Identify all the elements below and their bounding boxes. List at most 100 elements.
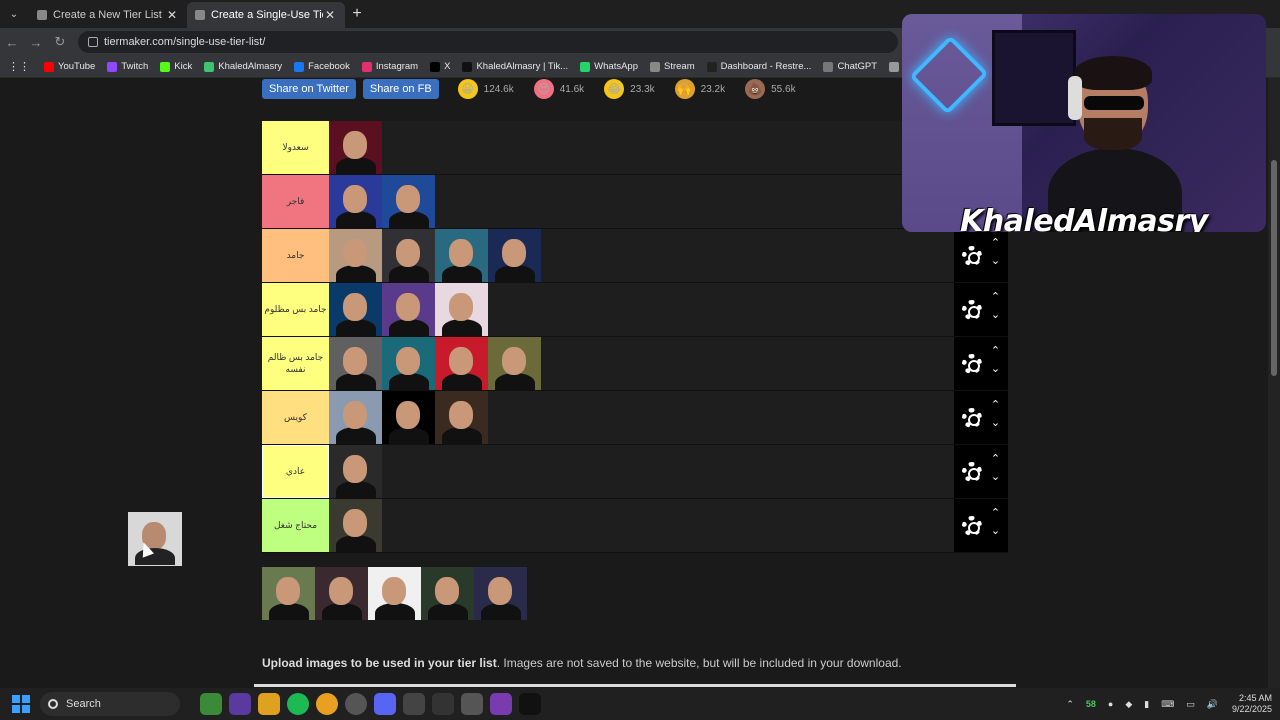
tier-items[interactable] xyxy=(329,337,954,390)
back-arrow-icon[interactable]: ← xyxy=(0,35,24,50)
move-down-chevron-icon[interactable]: ⌄ xyxy=(991,255,1000,274)
move-down-chevron-icon[interactable]: ⌄ xyxy=(991,525,1000,544)
tray-app-icon[interactable]: ◆ xyxy=(1125,699,1132,710)
tier-settings-gear-icon[interactable] xyxy=(961,461,982,482)
tier-label[interactable]: جامد بس ظالم نفسه xyxy=(262,337,329,390)
forward-arrow-icon[interactable]: → xyxy=(24,35,48,50)
reload-icon[interactable]: ↻ xyxy=(48,34,72,50)
move-up-chevron-icon[interactable]: ⌃ xyxy=(991,237,1000,256)
tier-items[interactable] xyxy=(329,283,954,336)
tier-label[interactable]: فاجر xyxy=(262,175,329,228)
file-explorer-icon[interactable] xyxy=(257,693,280,715)
tier-item[interactable] xyxy=(329,499,382,552)
tray-keyboard-icon[interactable]: ⌨ xyxy=(1161,699,1174,710)
move-up-chevron-icon[interactable]: ⌃ xyxy=(991,507,1000,526)
move-up-chevron-icon[interactable]: ⌃ xyxy=(991,345,1000,364)
reaction-button[interactable]: 😂 23.3k xyxy=(604,79,655,99)
bookmark-item[interactable]: KhaledAlmasry xyxy=(204,61,282,72)
tier-label[interactable]: عادي xyxy=(262,445,329,498)
tray-app-icon[interactable]: ● xyxy=(1108,699,1113,709)
tier-item[interactable] xyxy=(329,337,382,390)
widgets-icon[interactable] xyxy=(199,693,222,715)
tier-item[interactable] xyxy=(488,229,541,282)
new-tab-plus-icon[interactable]: + xyxy=(345,2,369,26)
tier-items[interactable] xyxy=(329,121,954,174)
tier-item[interactable] xyxy=(382,391,435,444)
move-up-chevron-icon[interactable]: ⌃ xyxy=(991,399,1000,418)
tray-volume-icon[interactable]: 🔊 xyxy=(1207,699,1218,710)
apps-grid-icon[interactable]: ⋮⋮ xyxy=(8,60,30,73)
move-up-chevron-icon[interactable]: ⌃ xyxy=(991,291,1000,310)
app-icon[interactable] xyxy=(489,693,512,715)
tier-label[interactable]: سعدولا xyxy=(262,121,329,174)
tier-item[interactable] xyxy=(435,229,488,282)
move-down-chevron-icon[interactable]: ⌄ xyxy=(991,363,1000,382)
tray-network-icon[interactable]: ▭ xyxy=(1186,699,1195,710)
tier-item[interactable] xyxy=(329,445,382,498)
tier-item[interactable] xyxy=(474,567,527,620)
app-icon[interactable] xyxy=(402,693,425,715)
tier-items[interactable] xyxy=(329,229,954,282)
tier-items[interactable] xyxy=(329,499,954,552)
tier-settings-gear-icon[interactable] xyxy=(961,299,982,320)
bookmark-item[interactable]: Instagram xyxy=(361,61,418,72)
share-twitter-button[interactable]: Share on Twitter xyxy=(262,79,356,99)
reaction-button[interactable]: 🙌 23.2k xyxy=(674,79,725,99)
windows-start-icon[interactable] xyxy=(12,695,30,713)
bookmark-item[interactable]: Stream xyxy=(649,61,695,72)
tier-label[interactable]: كويس xyxy=(262,391,329,444)
bookmark-item[interactable]: Dashboard - Restre... xyxy=(706,61,811,72)
copilot-icon[interactable] xyxy=(228,693,251,715)
tier-settings-gear-icon[interactable] xyxy=(961,353,982,374)
tier-label[interactable]: محتاج شغل xyxy=(262,499,329,552)
tier-item[interactable] xyxy=(329,121,382,174)
keyboard-app-icon[interactable] xyxy=(431,693,454,715)
bookmark-item[interactable]: Kick xyxy=(160,61,192,72)
tier-item[interactable] xyxy=(382,175,435,228)
tier-settings-gear-icon[interactable] xyxy=(961,515,982,536)
bookmark-item[interactable]: Twitch xyxy=(107,61,148,72)
page-scrollbar[interactable] xyxy=(1268,78,1280,688)
tray-mic-icon[interactable]: ▮ xyxy=(1144,699,1149,710)
taskbar-clock[interactable]: 2:45 AM 9/22/2025 xyxy=(1232,693,1272,716)
tier-label[interactable]: جامد xyxy=(262,229,329,282)
tier-item[interactable] xyxy=(382,283,435,336)
tab-close-icon[interactable]: ✕ xyxy=(165,8,179,22)
tier-label[interactable]: جامد بس مظلوم xyxy=(262,283,329,336)
dragged-tier-item[interactable] xyxy=(128,512,182,566)
move-up-chevron-icon[interactable]: ⌃ xyxy=(991,453,1000,472)
scrollbar-thumb[interactable] xyxy=(1271,160,1277,376)
bookmark-item[interactable]: YouTube xyxy=(44,61,95,72)
site-info-icon[interactable] xyxy=(88,37,98,47)
obs-icon[interactable] xyxy=(344,693,367,715)
tier-item[interactable] xyxy=(435,337,488,390)
bookmark-item[interactable]: X xyxy=(430,61,450,72)
tier-item[interactable] xyxy=(382,229,435,282)
tier-settings-gear-icon[interactable] xyxy=(961,407,982,428)
tier-item[interactable] xyxy=(262,567,315,620)
tier-item[interactable] xyxy=(421,567,474,620)
reaction-button[interactable]: 😀 124.6k xyxy=(457,79,514,99)
spotify-icon[interactable] xyxy=(286,693,309,715)
bookmark-item[interactable]: WhatsApp xyxy=(580,61,638,72)
reaction-button[interactable]: 💩 55.6k xyxy=(745,79,796,99)
tier-item[interactable] xyxy=(329,175,382,228)
discord-icon[interactable] xyxy=(373,693,396,715)
move-down-chevron-icon[interactable]: ⌄ xyxy=(991,417,1000,436)
reaction-button[interactable]: 😍 41.6k xyxy=(533,79,584,99)
store-icon[interactable] xyxy=(460,693,483,715)
tier-item[interactable] xyxy=(329,229,382,282)
tier-item[interactable] xyxy=(435,391,488,444)
browser-tab-1[interactable]: Create a New Tier List - TierMaker ✕ xyxy=(29,2,187,28)
url-input[interactable]: tiermaker.com/single-use-tier-list/ xyxy=(78,31,898,53)
bookmark-item[interactable]: KhaledAlmasry | Tik... xyxy=(462,61,568,72)
tab-close-icon[interactable]: ✕ xyxy=(323,8,337,22)
tier-item[interactable] xyxy=(488,337,541,390)
tier-items[interactable] xyxy=(329,391,954,444)
tier-item[interactable] xyxy=(315,567,368,620)
tier-item[interactable] xyxy=(368,567,421,620)
chrome-icon[interactable] xyxy=(315,693,338,715)
tier-item[interactable] xyxy=(435,283,488,336)
browser-tab-2[interactable]: Create a Single-Use Tier List (P ✕ xyxy=(187,2,345,28)
tray-chevron-up-icon[interactable]: ⌃ xyxy=(1066,699,1074,710)
